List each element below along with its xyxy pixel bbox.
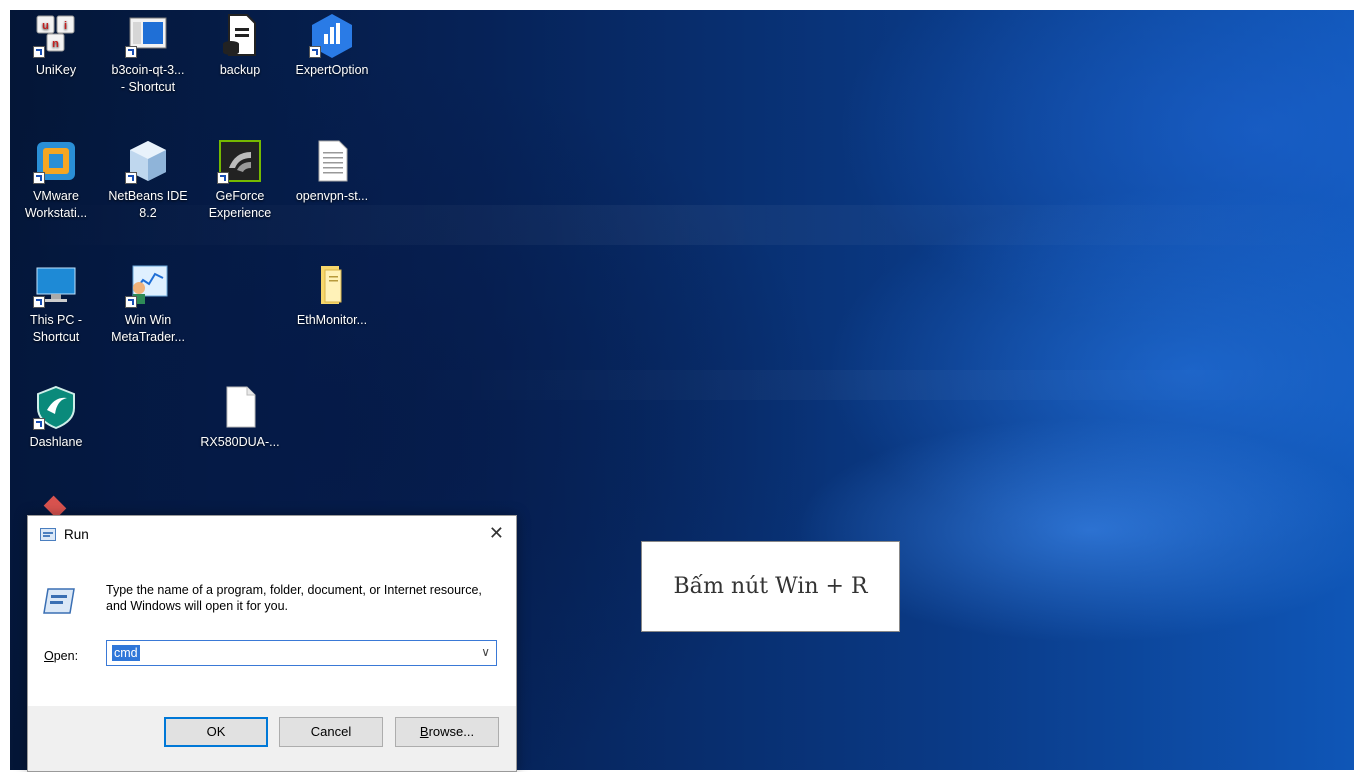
cancel-button[interactable]: Cancel <box>279 717 383 747</box>
shortcut-arrow-icon <box>309 46 321 58</box>
run-dialog-content: Type the name of a program, folder, docu… <box>28 554 516 706</box>
desktop-icon-metatrader[interactable]: Win Win MetaTrader... <box>102 262 194 346</box>
desktop-icon-backup[interactable]: backup <box>194 12 286 79</box>
desktop-icon-rx580[interactable]: RX580DUA-... <box>194 384 286 451</box>
desktop-icon-this-pc[interactable]: This PC - Shortcut <box>10 262 102 346</box>
shortcut-arrow-icon <box>33 296 45 308</box>
text-file-icon <box>309 138 355 184</box>
desktop-icon-label: Win Win MetaTrader... <box>111 313 185 344</box>
shortcut-arrow-icon <box>125 172 137 184</box>
desktop-icon-label: GeForce Experience <box>208 189 272 220</box>
desktop-icon-label: EthMonitor... <box>296 313 368 327</box>
desktop-icon-geforce[interactable]: GeForce Experience <box>194 138 286 222</box>
open-label: Open: <box>44 649 79 663</box>
run-program-icon <box>42 587 76 615</box>
desktop-icon-label: b3coin-qt-3... - Shortcut <box>111 63 185 94</box>
desktop-icon-netbeans[interactable]: NetBeans IDE 8.2 <box>102 138 194 222</box>
close-icon[interactable]: ✕ <box>489 523 504 544</box>
svg-text:u: u <box>42 20 49 32</box>
shortcut-arrow-icon <box>33 172 45 184</box>
run-dialog-title: Run <box>64 527 89 542</box>
open-input-value[interactable]: cmd <box>112 645 140 661</box>
metatrader-icon <box>125 262 171 308</box>
desktop-icon-expertoption[interactable]: ExpertOption <box>286 12 378 79</box>
run-dialog-footer: OK Cancel Browse... <box>28 706 516 771</box>
screenshot-frame: u i n UniKey b3coin-qt-3... - Shortcut b… <box>0 0 1354 772</box>
browse-button[interactable]: Browse... <box>395 717 499 747</box>
ok-button[interactable]: OK <box>164 717 268 747</box>
desktop-icon-ethmonitor[interactable]: EthMonitor... <box>286 262 378 329</box>
desktop-icon-label: VMware Workstati... <box>24 189 88 220</box>
desktop-icon-label: backup <box>219 63 261 77</box>
blank-file-icon <box>217 384 263 430</box>
desktop-icon-vmware[interactable]: VMware Workstati... <box>10 138 102 222</box>
shortcut-arrow-icon <box>125 296 137 308</box>
run-dialog-description: Type the name of a program, folder, docu… <box>106 583 482 613</box>
b3coin-icon <box>125 12 171 58</box>
desktop-icon-label: Dashlane <box>29 435 83 449</box>
desktop-icon-unikey[interactable]: u i n UniKey <box>10 12 102 79</box>
desktop-icon-label: UniKey <box>35 63 77 77</box>
geforce-icon <box>217 138 263 184</box>
dashlane-icon <box>33 384 79 430</box>
this-pc-icon <box>33 262 79 308</box>
run-dialog: Run ✕ Type the name of a program, folder… <box>27 515 517 772</box>
backup-file-icon <box>217 12 263 58</box>
shortcut-arrow-icon <box>33 418 45 430</box>
svg-text:n: n <box>52 38 59 50</box>
folder-icon <box>309 262 355 308</box>
desktop-icon-label: openvpn-st... <box>295 189 369 203</box>
shortcut-arrow-icon <box>125 46 137 58</box>
wallpaper-light-beam <box>390 370 1354 400</box>
desktop-icon-label: This PC - Shortcut <box>29 313 83 344</box>
open-combobox[interactable]: cmd ∨ <box>106 640 497 666</box>
shortcut-arrow-icon <box>217 172 229 184</box>
run-dialog-titlebar[interactable]: Run ✕ <box>28 516 516 554</box>
instruction-annotation: Bấm nút Win + R <box>641 541 900 632</box>
vmware-icon <box>33 138 79 184</box>
chevron-down-icon[interactable]: ∨ <box>481 645 490 659</box>
expertoption-icon <box>309 12 355 58</box>
shortcut-arrow-icon <box>33 46 45 58</box>
unikey-icon: u i n <box>33 12 79 58</box>
desktop-icon-label: NetBeans IDE 8.2 <box>108 189 188 220</box>
desktop-icon-label: ExpertOption <box>295 63 369 77</box>
netbeans-icon <box>125 138 171 184</box>
desktop-icon-b3coin[interactable]: b3coin-qt-3... - Shortcut <box>102 12 194 96</box>
svg-text:i: i <box>64 20 67 32</box>
run-icon <box>40 528 56 541</box>
desktop-icon-dashlane[interactable]: Dashlane <box>10 384 102 451</box>
desktop-icon-label: RX580DUA-... <box>200 435 280 449</box>
desktop-icon-openvpn[interactable]: openvpn-st... <box>286 138 378 205</box>
